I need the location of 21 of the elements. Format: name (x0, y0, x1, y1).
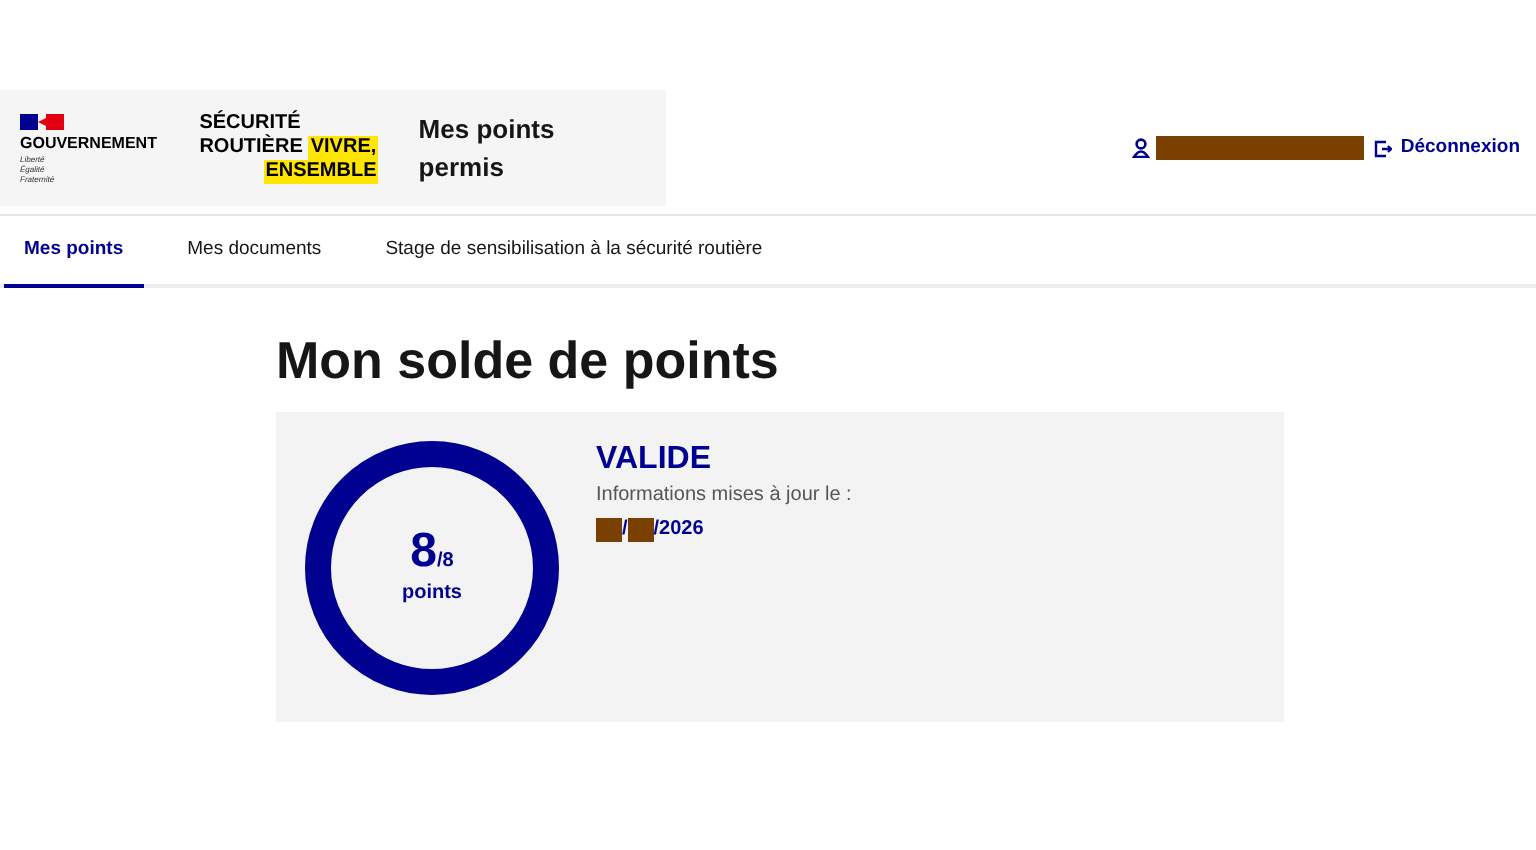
points-max: /8 (437, 548, 454, 576)
brand-highlight: VIVRE, (308, 136, 379, 160)
nav-tab[interactable]: Mes documents (167, 216, 342, 284)
points-value: 8 (410, 526, 437, 578)
page-title: Mon solde de points (276, 328, 781, 392)
logout-icon (1374, 139, 1393, 158)
date-text: /2026 (653, 516, 704, 544)
brand-text: ROUTIÈRE (199, 136, 303, 160)
nav-tab[interactable]: Mes points (4, 216, 144, 288)
government-label: GOUVERNEMENT (20, 133, 159, 153)
points-unit: points (402, 580, 462, 608)
logout-link[interactable]: Déconnexion (1374, 134, 1520, 163)
status-label: VALIDE (596, 440, 713, 480)
flag-icon (20, 113, 64, 129)
brand-highlight: ENSEMBLE (263, 160, 379, 184)
brand-text: SÉCURITÉ (199, 112, 303, 134)
date-text: / (622, 516, 628, 544)
update-label: Informations mises à jour le : (596, 482, 852, 510)
nav-tab[interactable]: Stage de sensibilisation à la sécurité routière (365, 216, 783, 284)
service-title: Mes points permis (418, 111, 557, 186)
user-icon (1132, 138, 1151, 159)
